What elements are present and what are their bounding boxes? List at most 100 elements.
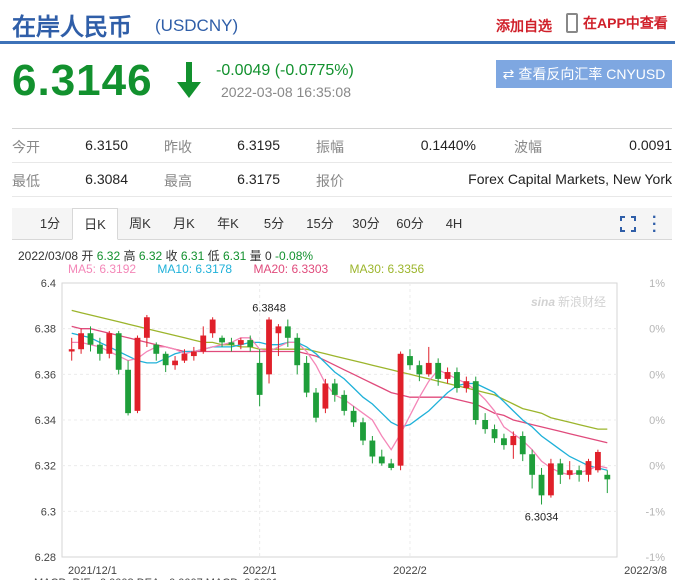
candle-body — [153, 344, 160, 354]
watermark: 新浪财经 — [558, 294, 606, 309]
candle-body — [557, 463, 564, 475]
add-favorite-button[interactable]: 添加自选 — [496, 16, 552, 36]
quote-table: 今开 6.3150 昨收 6.3195 振幅 0.1440% 波幅 0.0091… — [12, 128, 672, 197]
right-tick-label: -1% — [645, 506, 665, 518]
right-tick-label: 0% — [649, 461, 665, 473]
candle-body — [237, 340, 244, 345]
y-tick-label: 6.38 — [35, 324, 56, 336]
candle-body — [115, 333, 122, 370]
candle-body — [247, 340, 254, 347]
quote-label: 报价 — [316, 173, 344, 189]
quote-value: 6.3084 — [85, 171, 128, 187]
candle-body — [322, 383, 329, 409]
candle-body — [444, 372, 451, 379]
ma20-line — [71, 325, 608, 444]
y-tick-label: 6.28 — [35, 552, 56, 564]
chart-panel: 1分 日K 周K 月K 年K 5分 15分 30分 60分 4H · · · 202… — [12, 208, 672, 580]
candle-body — [181, 353, 188, 361]
quote-value: 6.3195 — [237, 137, 280, 153]
candle-body — [68, 349, 75, 352]
ma5-line — [71, 337, 608, 476]
open-in-app-label: 在APP中查看 — [583, 15, 668, 31]
candle-body — [341, 394, 348, 411]
candle-body — [125, 369, 131, 414]
candle-body — [331, 383, 338, 395]
x-tick-label: 2021/12/1 — [68, 565, 117, 577]
candle-body — [491, 429, 498, 439]
reverse-rate-button[interactable]: ⇄ 查看反向汇率 CNYUSD — [496, 60, 672, 88]
quote-row: 今开 6.3150 昨收 6.3195 振幅 0.1440% 波幅 0.0091 — [12, 129, 672, 163]
quote-value: Forex Capital Markets, New York — [468, 171, 672, 187]
candle-body — [78, 333, 85, 350]
quote-label: 最高 — [164, 173, 192, 189]
candle-body — [219, 337, 225, 343]
candle-body — [548, 463, 554, 496]
quote-label: 今开 — [12, 139, 40, 155]
candle-body — [266, 319, 272, 375]
quote-row: 最低 6.3084 最高 6.3175 报价 Forex Capital Mar… — [12, 163, 672, 197]
candle-body — [162, 353, 169, 366]
down-arrow-icon — [177, 62, 201, 98]
candle-body — [143, 317, 150, 338]
right-tick-label: 0% — [649, 369, 665, 381]
quote-label: 波幅 — [514, 139, 542, 155]
candle-body — [209, 319, 216, 334]
y-tick-label: 6.32 — [35, 461, 56, 473]
candle-body — [416, 365, 423, 375]
quote-timestamp: 2022-03-08 16:35:08 — [221, 84, 351, 100]
candle-body — [529, 454, 536, 475]
candle-body — [538, 474, 545, 496]
candle-body — [585, 461, 592, 475]
page-header: 在岸人民币 (USDCNY) 添加自选 在APP中查看 — [0, 0, 675, 44]
candle-body — [172, 360, 178, 366]
ma10-line — [71, 332, 608, 471]
candle-body — [378, 456, 385, 464]
candle-body — [482, 420, 489, 430]
candle-body — [96, 344, 103, 354]
candle-body — [360, 422, 366, 441]
candle-body — [284, 326, 291, 338]
candle-body — [228, 342, 235, 345]
candle-body — [594, 451, 601, 471]
candle-body — [275, 326, 282, 334]
price-annotation: 6.3848 — [252, 302, 286, 314]
candle-body — [519, 435, 526, 455]
y-tick-label: 6.36 — [35, 369, 56, 381]
reverse-rate-label: 查看反向汇率 CNYUSD — [518, 66, 666, 82]
candle-body — [604, 474, 611, 480]
right-tick-label: 1% — [649, 278, 665, 290]
right-tick-label: -1% — [645, 552, 665, 564]
quote-value: 6.3175 — [237, 171, 280, 187]
right-tick-label: 0% — [649, 415, 665, 427]
quote-value: 0.1440% — [420, 137, 476, 153]
candle-body — [190, 351, 197, 357]
candle-body — [87, 333, 94, 345]
quote-value: 0.0091 — [629, 137, 672, 153]
candle-body — [256, 362, 263, 395]
candle-body — [106, 333, 113, 354]
current-price: 6.3146 — [12, 56, 153, 105]
candle-body — [134, 337, 141, 411]
candle-body — [454, 372, 460, 389]
candle-body — [576, 470, 583, 475]
candle-body — [501, 438, 507, 446]
open-in-app-link[interactable]: 在APP中查看 — [566, 13, 668, 33]
phone-icon — [566, 13, 578, 33]
instrument-code: (USDCNY) — [155, 16, 239, 35]
candle-body — [388, 463, 395, 468]
kline-chart[interactable]: 6.4 1% 6.38 0% 6.36 0% 6.34 0% 6.32 0% 6.3 -1% 6.28 -… — [12, 208, 672, 580]
candle-body — [566, 470, 573, 475]
candle-body — [303, 362, 310, 393]
candle-body — [397, 353, 404, 466]
candle-body — [463, 381, 470, 389]
x-tick-label: 2022/1 — [243, 565, 277, 577]
y-tick-label: 6.4 — [41, 278, 56, 290]
instrument-title: 在岸人民币 — [12, 14, 132, 41]
right-tick-label: 0% — [649, 324, 665, 336]
candle-body — [313, 392, 319, 418]
y-tick-label: 6.3 — [41, 506, 56, 518]
candle-body — [294, 337, 301, 366]
quote-value: 6.3150 — [85, 137, 128, 153]
price-annotation: 6.3034 — [525, 511, 559, 523]
candle-body — [510, 435, 517, 446]
